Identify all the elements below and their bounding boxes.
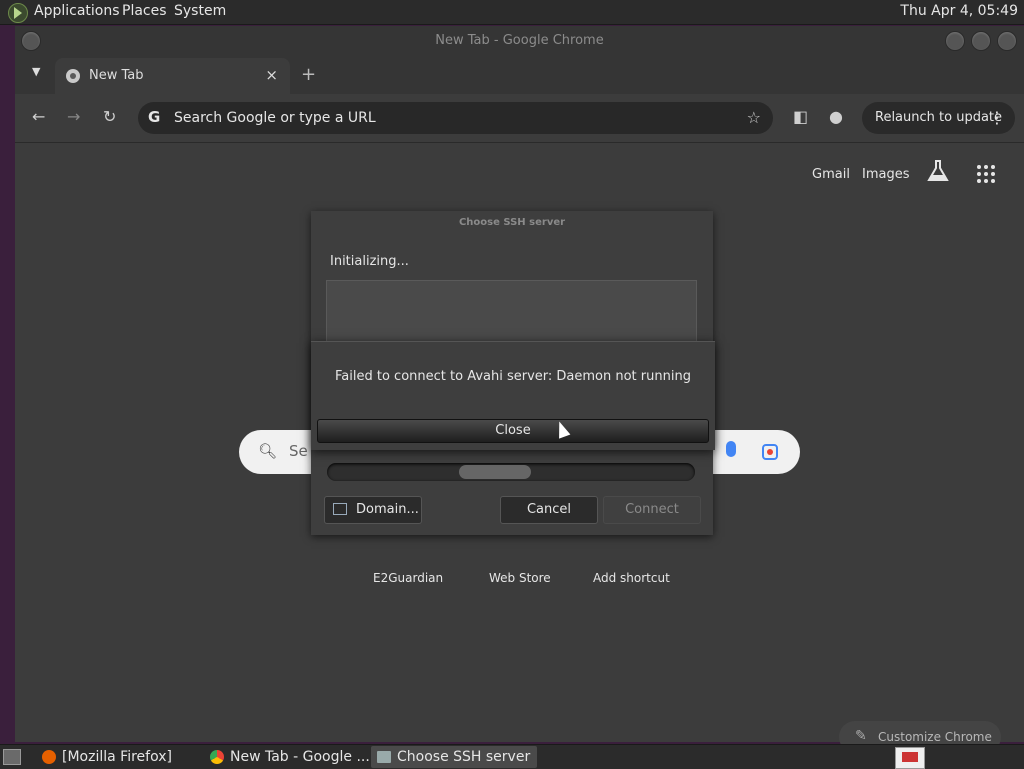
window-titlebar[interactable]: New Tab - Google Chrome — [15, 26, 1024, 56]
chrome-favicon-icon — [66, 69, 80, 83]
clock[interactable]: Thu Apr 4, 05:49 — [900, 3, 1018, 19]
shortcut-add[interactable]: Add shortcut — [593, 571, 670, 585]
new-tab-button[interactable]: + — [301, 64, 316, 85]
relaunch-label: Relaunch to update — [875, 110, 1003, 125]
network-icon — [333, 503, 347, 515]
customize-label: Customize Chrome — [878, 730, 992, 744]
applications-menu[interactable]: Applications — [34, 3, 120, 19]
status-text: Initializing... — [330, 254, 409, 269]
menu-kebab-icon[interactable]: ⋮ — [989, 108, 1005, 127]
tab-strip: ▼ New Tab × + — [15, 56, 1024, 94]
dialog-title: Choose SSH server — [458, 217, 566, 228]
google-lens-icon[interactable] — [762, 444, 778, 460]
shortcut-e2guardian[interactable]: E2Guardian — [373, 571, 443, 585]
bottom-panel: [Mozilla Firefox] New Tab - Google ... C… — [0, 744, 1024, 769]
toolbar: ← → ↻ G Search Google or type a URL ☆ ◧ … — [15, 94, 1024, 143]
side-panel-icon[interactable]: ◧ — [793, 107, 808, 126]
search-icon: 🔍︎ — [258, 442, 278, 460]
images-link[interactable]: Images — [862, 167, 910, 182]
pencil-icon: ✎ — [855, 728, 867, 744]
connect-button[interactable]: Connect — [603, 496, 701, 524]
domain-button[interactable]: Domain... — [324, 496, 422, 524]
bookmark-star-icon[interactable]: ☆ — [747, 108, 761, 127]
show-desktop-icon[interactable] — [3, 749, 21, 765]
shortcut-web-store[interactable]: Web Store — [489, 571, 551, 585]
task-firefox[interactable]: [Mozilla Firefox] — [36, 746, 198, 768]
search-box-text: Se — [289, 442, 308, 460]
cancel-button[interactable]: Cancel — [500, 496, 598, 524]
omnibox[interactable]: G Search Google or type a URL ☆ — [138, 102, 773, 134]
window-title: New Tab - Google Chrome — [435, 33, 604, 48]
system-menu[interactable]: System — [174, 3, 226, 19]
server-list[interactable] — [326, 280, 697, 346]
google-apps-icon[interactable] — [977, 165, 995, 183]
error-dialog: Failed to connect to Avahi server: Daemo… — [311, 341, 715, 450]
minimize-button[interactable] — [945, 31, 965, 51]
voice-search-icon[interactable] — [726, 441, 736, 457]
top-panel: Applications Places System Thu Apr 4, 05… — [0, 0, 1024, 25]
task-label: New Tab - Google ... — [230, 749, 370, 765]
task-chrome[interactable]: New Tab - Google ... — [204, 746, 370, 768]
relaunch-button[interactable]: Relaunch to update ⋮ — [862, 102, 1015, 134]
task-ssh-server[interactable]: Choose SSH server — [371, 746, 537, 768]
tab-new-tab[interactable]: New Tab × — [55, 58, 290, 94]
firefox-icon — [42, 750, 56, 764]
task-label: Choose SSH server — [397, 749, 531, 765]
profile-icon[interactable]: ● — [829, 107, 843, 126]
tab-close-icon[interactable]: × — [265, 66, 278, 84]
error-message: Failed to connect to Avahi server: Daemo… — [335, 369, 691, 384]
progress-pulse — [459, 465, 531, 479]
tray-applet-icon[interactable] — [895, 747, 925, 769]
progress-bar — [327, 463, 695, 481]
gnome-foot-icon[interactable] — [8, 3, 28, 23]
places-menu[interactable]: Places — [122, 3, 167, 19]
domain-label: Domain... — [356, 502, 419, 517]
chrome-icon — [210, 750, 224, 764]
close-window-button[interactable] — [997, 31, 1017, 51]
labs-flask-icon[interactable] — [927, 159, 949, 183]
reload-icon[interactable]: ↻ — [103, 107, 116, 126]
task-label: [Mozilla Firefox] — [62, 749, 172, 765]
close-button[interactable]: Close — [317, 419, 709, 443]
gmail-link[interactable]: Gmail — [812, 167, 850, 182]
back-icon[interactable]: ← — [32, 107, 45, 126]
tab-search-chevron-icon[interactable]: ▼ — [32, 65, 40, 78]
google-g-icon: G — [148, 108, 161, 126]
maximize-button[interactable] — [971, 31, 991, 51]
tab-title: New Tab — [89, 68, 144, 83]
window-icon — [377, 751, 391, 763]
forward-icon[interactable]: → — [67, 107, 80, 126]
omnibox-placeholder: Search Google or type a URL — [174, 110, 376, 126]
